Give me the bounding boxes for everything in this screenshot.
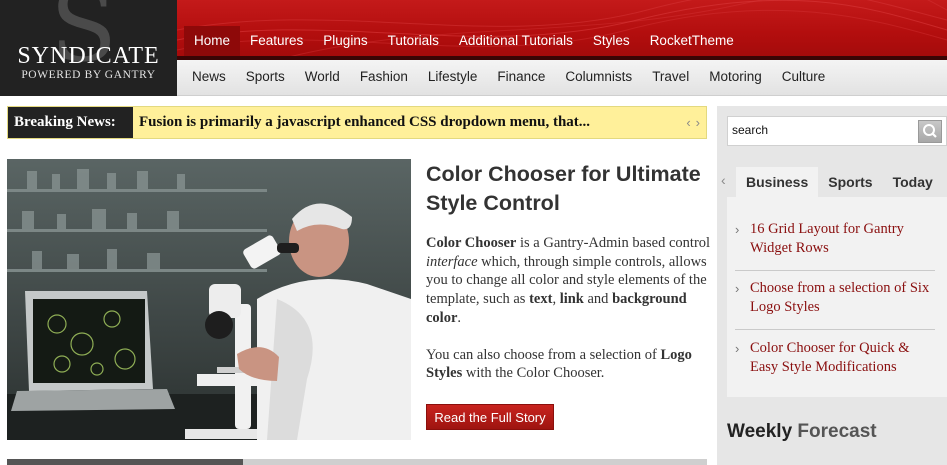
sidebar: ‹ Business Sports Today › 16 Grid Layout… [717, 106, 947, 465]
chevron-right-icon: › [735, 281, 740, 296]
list-item[interactable]: › Color Chooser for Quick & Easy Style M… [735, 339, 935, 377]
subnav-finance[interactable]: Finance [487, 69, 555, 85]
nav-styles[interactable]: Styles [583, 26, 640, 56]
feature-paragraph-1: Color Chooser is a Gantry-Admin based co… [426, 234, 711, 328]
ticker-next-icon[interactable]: › [696, 115, 700, 130]
list-item[interactable]: › Choose from a selection of Six Logo St… [735, 279, 935, 317]
search-input[interactable] [732, 123, 912, 137]
breaking-news-label: Breaking News: [8, 107, 133, 138]
tabs-prev-icon[interactable]: ‹ [721, 172, 726, 188]
tab-today[interactable]: Today [883, 167, 943, 197]
divider [735, 329, 935, 330]
breaking-news-ticker: Breaking News: Fusion is primarily a jav… [7, 106, 707, 139]
chevron-right-icon: › [735, 341, 740, 356]
weekly-forecast-bold: Weekly [727, 421, 793, 442]
sidebar-tabs: Business Sports Today [736, 167, 943, 197]
tab-sports[interactable]: Sports [818, 167, 882, 197]
feature-paragraph-2: You can also choose from a selection of … [426, 346, 711, 383]
news-item-title: Color Chooser for Quick & Easy Style Mod… [750, 340, 910, 375]
feature-image[interactable] [7, 159, 411, 440]
site-logo[interactable]: S SYNDICATE POWERED BY GANTRY [0, 0, 177, 96]
subnav-travel[interactable]: Travel [642, 69, 699, 85]
search-icon [923, 124, 937, 138]
divider [735, 270, 935, 271]
search-box [727, 116, 947, 146]
main-navigation: Home Features Plugins Tutorials Addition… [177, 0, 947, 60]
bold-text: text [529, 291, 553, 308]
text-fragment: You can also choose from a selection of [426, 346, 661, 363]
text-fragment: is a Gantry-Admin based control [516, 235, 711, 251]
logo-subtitle: POWERED BY GANTRY [21, 69, 156, 81]
text-fragment: with the Color Chooser. [462, 365, 605, 382]
read-full-story-button[interactable]: Read the Full Story [426, 404, 554, 430]
subnav-motoring[interactable]: Motoring [699, 69, 772, 85]
nav-plugins[interactable]: Plugins [313, 26, 377, 56]
feature-body: Color Chooser is a Gantry-Admin based co… [426, 234, 711, 401]
tab-panel-business: › 16 Grid Layout for Gantry Widget Rows … [727, 197, 947, 397]
news-item-title: 16 Grid Layout for Gantry Widget Rows [750, 221, 904, 256]
nav-rockettheme[interactable]: RocketTheme [640, 26, 744, 56]
sub-navigation: News Sports World Fashion Lifestyle Fina… [177, 60, 947, 96]
subnav-news[interactable]: News [182, 69, 236, 85]
nav-tutorials[interactable]: Tutorials [378, 26, 449, 56]
subnav-sports[interactable]: Sports [236, 69, 295, 85]
bold-color-chooser: Color Chooser [426, 235, 517, 251]
breaking-news-headline[interactable]: Fusion is primarily a javascript enhance… [139, 107, 590, 138]
chevron-right-icon: › [735, 222, 740, 237]
subnav-columnists[interactable]: Columnists [555, 69, 642, 85]
news-item-title: Choose from a selection of Six Logo Styl… [750, 280, 930, 315]
subnav-fashion[interactable]: Fashion [350, 69, 418, 85]
subnav-world[interactable]: World [295, 69, 350, 85]
feature-title[interactable]: Color Chooser for Ultimate Style Control [426, 160, 711, 218]
search-button[interactable] [918, 120, 942, 143]
next-row-strip [7, 459, 707, 465]
ticker-prev-icon[interactable]: ‹ [686, 115, 690, 130]
tab-business[interactable]: Business [736, 167, 819, 197]
subnav-lifestyle[interactable]: Lifestyle [418, 69, 488, 85]
list-item[interactable]: › 16 Grid Layout for Gantry Widget Rows [735, 220, 935, 258]
subnav-culture[interactable]: Culture [772, 69, 836, 85]
weekly-forecast-light: Forecast [797, 421, 877, 442]
next-row-dark-strip [7, 459, 243, 465]
nav-features[interactable]: Features [240, 26, 313, 56]
nav-additional-tutorials[interactable]: Additional Tutorials [449, 26, 583, 56]
nav-home[interactable]: Home [184, 26, 241, 56]
text-fragment: . [457, 309, 462, 326]
text-fragment: and [583, 291, 613, 308]
italic-interface: interface [426, 253, 478, 270]
text-fragment: , [552, 291, 560, 308]
scientist-microscope-illustration [7, 159, 411, 440]
weekly-forecast-heading: Weekly Forecast [727, 421, 877, 443]
bold-link: link [559, 291, 584, 308]
logo-title: SYNDICATE [17, 43, 160, 69]
